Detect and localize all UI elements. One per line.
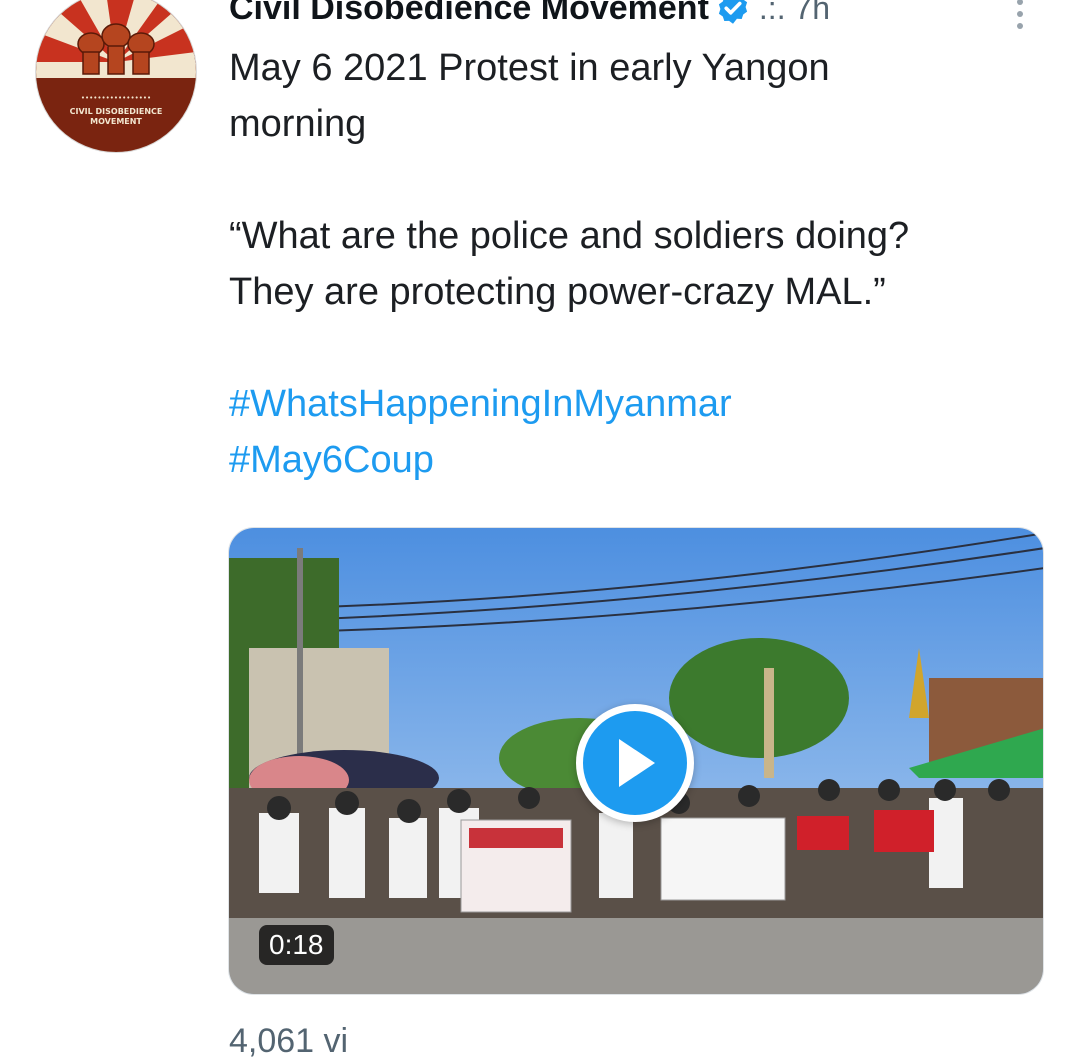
tweet-header: Civil Disobedience Movement .:. 7h: [229, 0, 830, 30]
avatar-text-line1: CIVIL DISOBEDIENCE: [70, 107, 163, 116]
tweet-quote-line: They are protecting power-crazy MAL.”: [229, 271, 886, 313]
tweet-card[interactable]: ••••••••••••••••• CIVIL DISOBEDIENCE MOV…: [0, 0, 1076, 1060]
svg-text:•••••••••••••••••: •••••••••••••••••: [81, 94, 151, 102]
video-player[interactable]: 0:18: [228, 527, 1044, 995]
tweet-text: May 6 2021 Protest in early Yangon morni…: [229, 40, 1049, 488]
tweet-quote-line: “What are the police and soldiers doing?: [229, 215, 910, 257]
avatar-text-line2: MOVEMENT: [90, 117, 142, 126]
tweet-meta: .:. 7h: [758, 0, 831, 26]
hashtag-link[interactable]: #WhatsHappeningInMyanmar: [229, 376, 1049, 432]
tweet-text-line: May 6 2021 Protest in early Yangon: [229, 47, 830, 89]
more-options-icon[interactable]: [1006, 0, 1034, 32]
tweet-text-line: morning: [229, 103, 367, 145]
hashtag-link[interactable]: #May6Coup: [229, 432, 1049, 488]
author-name[interactable]: Civil Disobedience Movement: [229, 0, 709, 28]
avatar[interactable]: ••••••••••••••••• CIVIL DISOBEDIENCE MOV…: [36, 0, 196, 152]
play-button[interactable]: [576, 704, 694, 822]
view-count: 4,061 vi: [229, 1022, 349, 1060]
video-duration: 0:18: [259, 925, 334, 965]
play-icon: [619, 739, 655, 787]
verified-badge-icon: [718, 0, 748, 24]
cdm-logo-icon: ••••••••••••••••• CIVIL DISOBEDIENCE MOV…: [36, 0, 196, 152]
